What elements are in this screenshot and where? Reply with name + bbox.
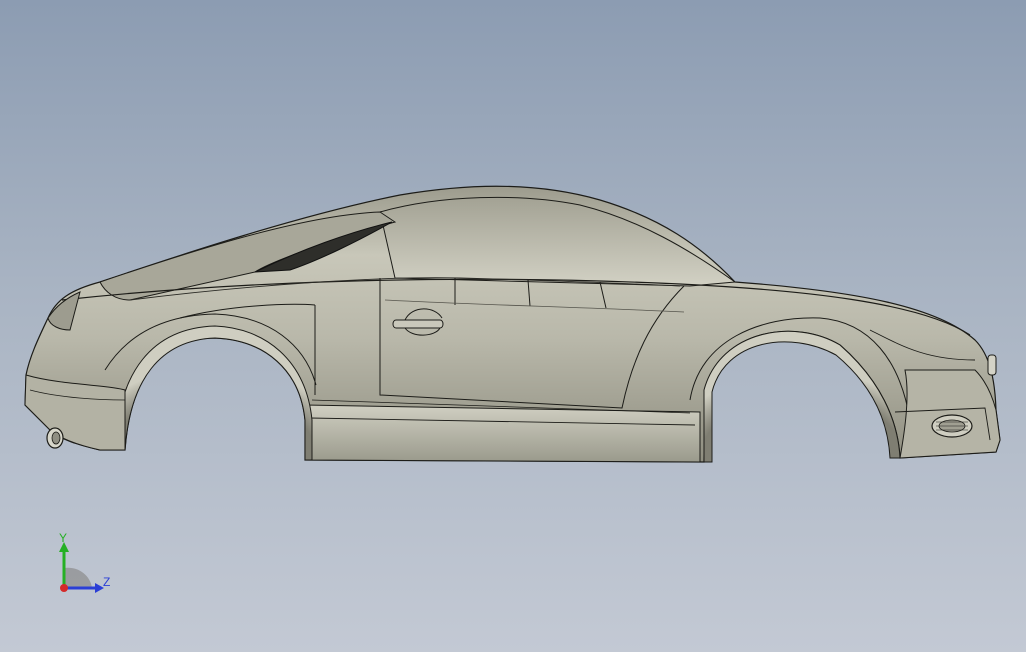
z-axis-label: Z xyxy=(103,575,111,589)
car-body-model[interactable] xyxy=(0,0,1026,652)
fog-light xyxy=(931,414,973,438)
exhaust-inner xyxy=(51,431,61,445)
graphics-viewport[interactable]: Y Z xyxy=(0,0,1026,652)
side-sill xyxy=(304,404,701,463)
triad-shadow xyxy=(64,567,92,588)
front-marker xyxy=(987,354,997,376)
front-bumper xyxy=(899,369,1001,459)
y-axis-label: Y xyxy=(59,531,68,545)
x-axis-dot xyxy=(60,584,68,592)
coordinate-triad: Y Z xyxy=(52,530,122,600)
